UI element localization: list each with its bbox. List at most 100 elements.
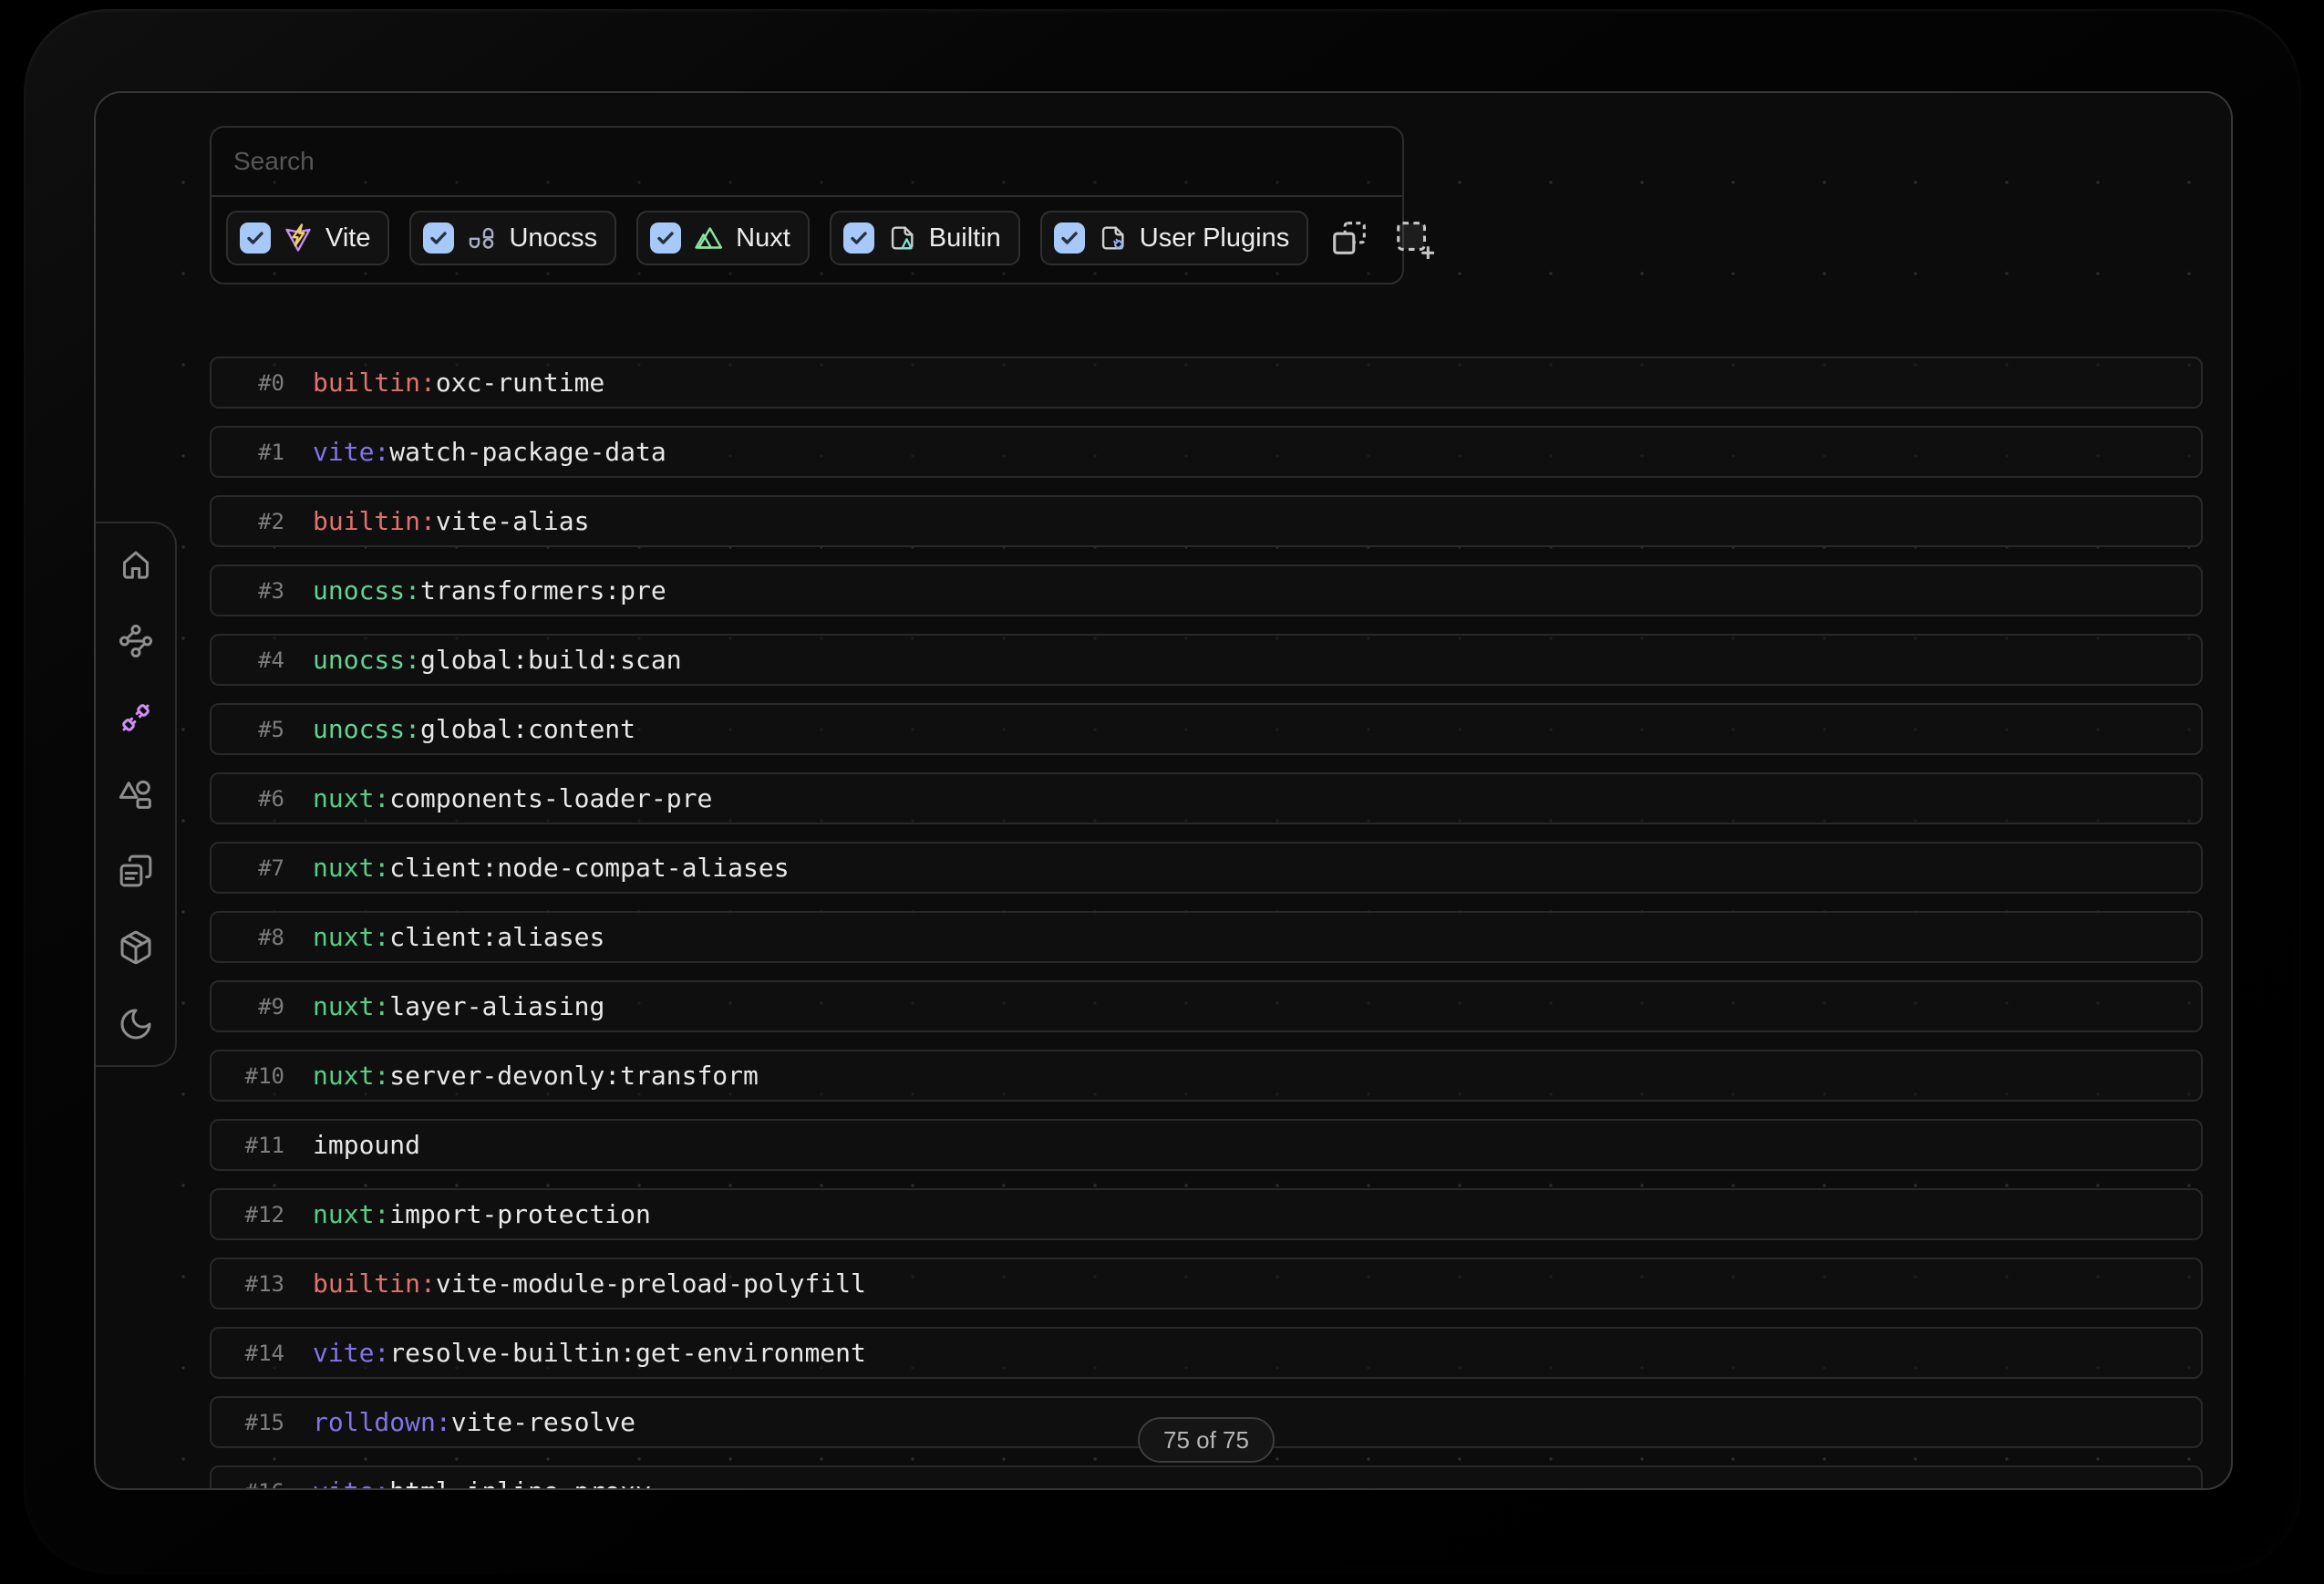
plugin-name: impound bbox=[313, 1130, 420, 1160]
plugin-index: #9 bbox=[212, 994, 284, 1020]
plugin-row[interactable]: #3 unocss:transformers:pre bbox=[210, 564, 2203, 616]
filter-unocss[interactable]: Unocss bbox=[409, 211, 616, 265]
plugin-index: #14 bbox=[212, 1341, 284, 1366]
plugin-index: #12 bbox=[212, 1202, 284, 1227]
plugin-index: #15 bbox=[212, 1410, 284, 1435]
plugin-index: #6 bbox=[212, 786, 284, 812]
plugin-index: #10 bbox=[212, 1063, 284, 1089]
bring-to-front-button[interactable] bbox=[1328, 217, 1370, 259]
plugin-row[interactable]: #5 unocss:global:content bbox=[210, 703, 2203, 755]
plugin-name: unocss:global:build:scan bbox=[313, 645, 682, 675]
waypoints-graph-icon bbox=[118, 623, 154, 659]
moon-icon bbox=[118, 1006, 154, 1042]
plugin-row[interactable]: #9 nuxt:layer-aliasing bbox=[210, 980, 2203, 1032]
dark-mode-toggle[interactable] bbox=[115, 1003, 157, 1045]
plugin-row[interactable]: #11 impound bbox=[210, 1119, 2203, 1171]
checkbox-checked-icon[interactable] bbox=[240, 223, 271, 254]
plugin-name: nuxt:client:node-compat-aliases bbox=[313, 853, 790, 883]
plugin-index: #4 bbox=[212, 647, 284, 673]
plugin-row[interactable]: #0 builtin:oxc-runtime bbox=[210, 357, 2203, 409]
unocss-logo-icon bbox=[466, 223, 497, 254]
user-plugins-file-icon bbox=[1097, 223, 1128, 254]
sidebar bbox=[96, 522, 177, 1067]
filter-nuxt[interactable]: Nuxt bbox=[636, 211, 810, 265]
plugin-name: unocss:transformers:pre bbox=[313, 575, 666, 606]
sidebar-item-home[interactable] bbox=[115, 544, 157, 585]
plugin-prefix: builtin: bbox=[313, 1268, 436, 1299]
box-select-button[interactable] bbox=[1392, 217, 1434, 259]
plugin-index: #7 bbox=[212, 855, 284, 881]
plugin-name: builtin:oxc-runtime bbox=[313, 368, 604, 398]
plugin-row[interactable]: #7 nuxt:client:node-compat-aliases bbox=[210, 842, 2203, 894]
plugin-index: #2 bbox=[212, 509, 284, 534]
plugin-row[interactable]: #1 vite:watch-package-data bbox=[210, 426, 2203, 478]
devtools-screen: Vite Unocss bbox=[94, 91, 2233, 1490]
home-icon bbox=[118, 546, 154, 583]
plugin-prefix: vite: bbox=[313, 1476, 389, 1490]
plugin-name: builtin:vite-alias bbox=[313, 506, 589, 536]
plugin-index: #3 bbox=[212, 578, 284, 604]
plugin-name: builtin:vite-module-preload-polyfill bbox=[313, 1268, 866, 1299]
plugin-row[interactable]: #13builtin:vite-module-preload-polyfill bbox=[210, 1258, 2203, 1310]
search-filter-panel: Vite Unocss bbox=[210, 126, 1404, 285]
plugin-name: nuxt:import-protection bbox=[313, 1199, 651, 1229]
plugin-index: #1 bbox=[212, 440, 284, 465]
filter-label: Unocss bbox=[509, 223, 597, 254]
plugin-prefix: rolldown: bbox=[313, 1407, 451, 1437]
plugin-name: unocss:global:content bbox=[313, 714, 635, 744]
plugin-prefix: unocss: bbox=[313, 575, 420, 606]
vite-logo-icon bbox=[283, 223, 314, 254]
device-frame: Vite Unocss bbox=[24, 9, 2301, 1574]
plugin-index: #8 bbox=[212, 925, 284, 950]
plugin-name: vite:html-inline-proxy bbox=[313, 1476, 651, 1490]
plugin-index: #16 bbox=[212, 1479, 284, 1491]
plugin-row[interactable]: #14vite:resolve-builtin:get-environment bbox=[210, 1327, 2203, 1379]
filter-user-plugins[interactable]: User Plugins bbox=[1040, 211, 1308, 265]
plugin-prefix: nuxt: bbox=[313, 783, 389, 813]
plugin-row[interactable]: #6nuxt:components-loader-pre bbox=[210, 772, 2203, 824]
plugin-prefix: vite: bbox=[313, 1338, 389, 1368]
sidebar-item-components[interactable] bbox=[115, 773, 157, 815]
filter-label: Nuxt bbox=[736, 223, 790, 254]
package-icon bbox=[118, 929, 154, 966]
plugin-row[interactable]: #2 builtin:vite-alias bbox=[210, 495, 2203, 547]
plugin-row[interactable]: #16 vite:html-inline-proxy bbox=[210, 1465, 2203, 1490]
checkbox-checked-icon[interactable] bbox=[843, 223, 874, 254]
unplug-plugins-icon bbox=[118, 699, 154, 736]
filter-label: User Plugins bbox=[1140, 223, 1289, 254]
builtin-file-icon bbox=[886, 223, 917, 254]
filter-bar: Vite Unocss bbox=[212, 197, 1402, 265]
plugin-name: vite:watch-package-data bbox=[313, 437, 666, 467]
plugin-name: nuxt:server-devonly:transform bbox=[313, 1061, 759, 1091]
plugin-prefix: nuxt: bbox=[313, 853, 389, 883]
filter-builtin[interactable]: Builtin bbox=[830, 211, 1020, 265]
filter-vite[interactable]: Vite bbox=[226, 211, 389, 265]
filter-label: Vite bbox=[325, 223, 370, 254]
plugin-prefix: vite: bbox=[313, 437, 389, 467]
plugin-index: #5 bbox=[212, 717, 284, 742]
plugin-prefix: builtin: bbox=[313, 368, 436, 398]
plugin-list: #0 builtin:oxc-runtime #1 vite:watch-packa… bbox=[210, 357, 2203, 1490]
checkbox-checked-icon[interactable] bbox=[650, 223, 681, 254]
plugin-index: #0 bbox=[212, 370, 284, 396]
plugin-row[interactable]: #10 nuxt:server-devonly:transform bbox=[210, 1050, 2203, 1102]
plugin-row[interactable]: #4 unocss:global:build:scan bbox=[210, 634, 2203, 686]
sidebar-item-graph[interactable] bbox=[115, 620, 157, 662]
sidebar-item-packages[interactable] bbox=[115, 927, 157, 968]
checkbox-checked-icon[interactable] bbox=[423, 223, 454, 254]
search-input[interactable] bbox=[212, 128, 1402, 197]
plugin-prefix: unocss: bbox=[313, 645, 420, 675]
checkbox-checked-icon[interactable] bbox=[1054, 223, 1085, 254]
box-select-plus-icon bbox=[1392, 217, 1434, 259]
sidebar-item-plugins[interactable] bbox=[115, 697, 157, 739]
shapes-icon bbox=[118, 776, 154, 813]
plugin-prefix: nuxt: bbox=[313, 922, 389, 952]
plugin-row[interactable]: #8nuxt:client:aliases bbox=[210, 911, 2203, 963]
plugin-index: #11 bbox=[212, 1133, 284, 1158]
plugin-name: nuxt:layer-aliasing bbox=[313, 991, 604, 1021]
plugin-prefix: nuxt: bbox=[313, 1061, 389, 1091]
sidebar-item-docs[interactable] bbox=[115, 850, 157, 892]
plugin-name: rolldown:vite-resolve bbox=[313, 1407, 635, 1437]
plugin-row[interactable]: #12 nuxt:import-protection bbox=[210, 1188, 2203, 1240]
view-toolbar bbox=[1328, 217, 1436, 259]
